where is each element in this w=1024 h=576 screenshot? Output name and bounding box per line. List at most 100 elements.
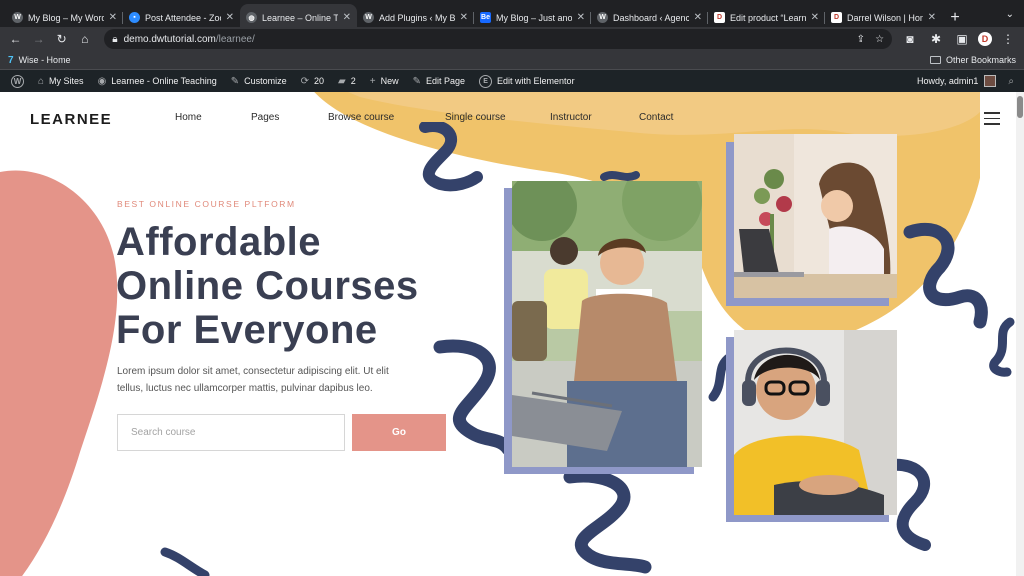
share-icon[interactable]: ⇪ (857, 34, 865, 45)
page-viewport: LEARNEE Home Pages Browse course Single … (0, 92, 1016, 576)
close-icon[interactable]: ✕ (226, 12, 234, 23)
headline-line: For Everyone (116, 308, 378, 352)
bookmark-star-icon[interactable]: ☆ (875, 34, 884, 45)
wp-site-name[interactable]: ◉ Learnee - Online Teaching (91, 70, 224, 92)
address-bar[interactable]: 🔒︎ demo.dwtutorial.com/learnee/ ⇪ ☆ (104, 29, 893, 49)
menu-item-contact[interactable]: Contact (639, 112, 673, 123)
wordpress-icon: W (12, 12, 23, 23)
brush-icon: ✎ (230, 75, 240, 87)
tab-title: Learnee – Online Teaching (262, 12, 338, 23)
reload-icon[interactable]: ↻ (52, 29, 71, 49)
comments-count: 2 (350, 76, 356, 86)
girl-desk-photo (734, 134, 897, 298)
back-arrow-icon[interactable]: ← (6, 29, 25, 49)
extensions-puzzle-icon[interactable]: ✱ (926, 29, 946, 49)
scrollbar-thumb[interactable] (1017, 96, 1023, 118)
bookmark-label: Wise - Home (18, 55, 71, 65)
url-host: demo.dwtutorial.com (123, 33, 216, 45)
menu-item-home[interactable]: Home (175, 112, 202, 123)
tab-title: Post Attendee - Zoom (145, 12, 221, 23)
avatar[interactable] (984, 75, 997, 87)
kebab-menu-icon[interactable]: ⋮ (998, 29, 1018, 49)
wp-edit-page[interactable]: ✎ Edit Page (406, 70, 472, 92)
dashboard-icon: ◉ (97, 75, 107, 87)
other-bookmarks[interactable]: Other Bookmarks (929, 55, 1016, 65)
wp-comments[interactable]: ▰ 2 (331, 70, 363, 92)
go-button[interactable]: Go (352, 414, 446, 451)
d-icon: D (831, 12, 842, 23)
tab-title: Darrel Wilson | Home (847, 12, 923, 23)
wise-icon: 7 (8, 54, 14, 66)
close-icon[interactable]: ✕ (811, 12, 819, 23)
hero-eyebrow: BEST ONLINE COURSE PLTFORM (117, 199, 296, 209)
wp-customize[interactable]: ✎ Customize (224, 70, 294, 92)
menu-item-browse-course[interactable]: Browse course (328, 112, 394, 123)
search-course-input[interactable] (117, 414, 345, 451)
elementor-icon: E (479, 74, 493, 88)
wp-updates[interactable]: ⟳ 20 (294, 70, 331, 92)
behance-icon: Be (480, 12, 491, 23)
tab-title: My Blog – My WordPress (28, 12, 104, 23)
close-icon[interactable]: ✕ (694, 12, 702, 23)
hero-description: Lorem ipsum dolor sit amet, consectetur … (117, 366, 389, 394)
wp-admin-bar: W ⌂ My Sites ◉ Learnee - Online Teaching ✎… (0, 70, 1024, 92)
site-name-label: Learnee - Online Teaching (111, 76, 217, 86)
headline-line: Affordable (116, 220, 321, 264)
decorative-squiggle (989, 317, 1015, 377)
forward-arrow-icon[interactable]: → (29, 29, 48, 49)
edit-page-label: Edit Page (426, 76, 466, 86)
hamburger-menu-icon[interactable] (984, 112, 1000, 129)
site-logo[interactable]: LEARNEE (30, 111, 112, 128)
wordpress-icon: W (363, 12, 374, 23)
side-panel-icon[interactable]: ▣ (952, 29, 972, 49)
close-icon[interactable]: ✕ (928, 12, 936, 23)
d-icon: D (714, 12, 725, 23)
pencil-icon: ✎ (412, 75, 421, 87)
hero-headline: Affordable Online Courses For Everyone (116, 220, 476, 352)
updates-count: 20 (314, 76, 325, 86)
plus-icon: + (369, 75, 376, 87)
close-icon[interactable]: ✕ (109, 12, 117, 23)
bookmarks-bar: 7 Wise - Home Other Bookmarks (0, 51, 1024, 70)
comment-icon: ▰ (338, 75, 346, 87)
profile-avatar[interactable]: D (978, 32, 993, 46)
student-laptop-photo (512, 181, 702, 467)
wp-edit-elementor[interactable]: E Edit with Elementor (472, 70, 582, 92)
close-icon[interactable]: ✕ (460, 12, 468, 23)
headline-line: Online Courses (116, 264, 419, 308)
wordpress-icon: W (597, 12, 608, 23)
edit-elementor-label: Edit with Elementor (497, 76, 575, 86)
close-icon[interactable]: ✕ (343, 12, 351, 23)
updates-icon: ⟳ (300, 75, 310, 87)
menu-item-pages[interactable]: Pages (251, 112, 279, 123)
howdy-user[interactable]: Howdy, admin1 (917, 76, 978, 86)
boy-headphones-photo (734, 330, 897, 515)
search-icon[interactable]: ⌕ (1008, 76, 1014, 87)
close-icon[interactable]: ✕ (577, 12, 585, 23)
lock-icon: 🔒︎ (112, 33, 118, 45)
camera-extension-icon[interactable]: ◙ (900, 29, 920, 49)
decorative-squiggle (563, 469, 652, 574)
menu-item-instructor[interactable]: Instructor (550, 112, 592, 123)
new-label: New (380, 76, 399, 86)
customize-label: Customize (244, 76, 287, 86)
decorative-squiggle (160, 547, 210, 576)
chevron-down-icon[interactable]: ⌄ (1006, 9, 1014, 20)
home-icon[interactable]: ⌂ (75, 29, 94, 49)
bookmark-item[interactable]: 7 Wise - Home (8, 55, 71, 66)
tab-title: Edit product “Learnee” (730, 12, 806, 23)
browser-toolbar: ← → ↻ ⌂ 🔒︎ demo.dwtutorial.com/learnee/ … (0, 27, 1024, 51)
wp-logo-menu[interactable]: W (4, 70, 31, 92)
menu-item-single-course[interactable]: Single course (445, 112, 506, 123)
other-bookmarks-label: Other Bookmarks (945, 55, 1016, 65)
my-sites-label: My Sites (49, 76, 84, 86)
wp-my-sites[interactable]: ⌂ My Sites (31, 70, 91, 92)
tab-title: My Blog – Just another (496, 12, 572, 23)
folder-icon (929, 56, 941, 64)
tab-title: Dashboard ‹ Agency (613, 12, 689, 23)
url-path: /learnee/ (215, 33, 255, 45)
wp-new[interactable]: + New (363, 70, 406, 92)
decorative-blob-pink (0, 170, 118, 576)
page-scrollbar[interactable] (1016, 92, 1024, 576)
sites-icon: ⌂ (38, 75, 45, 87)
